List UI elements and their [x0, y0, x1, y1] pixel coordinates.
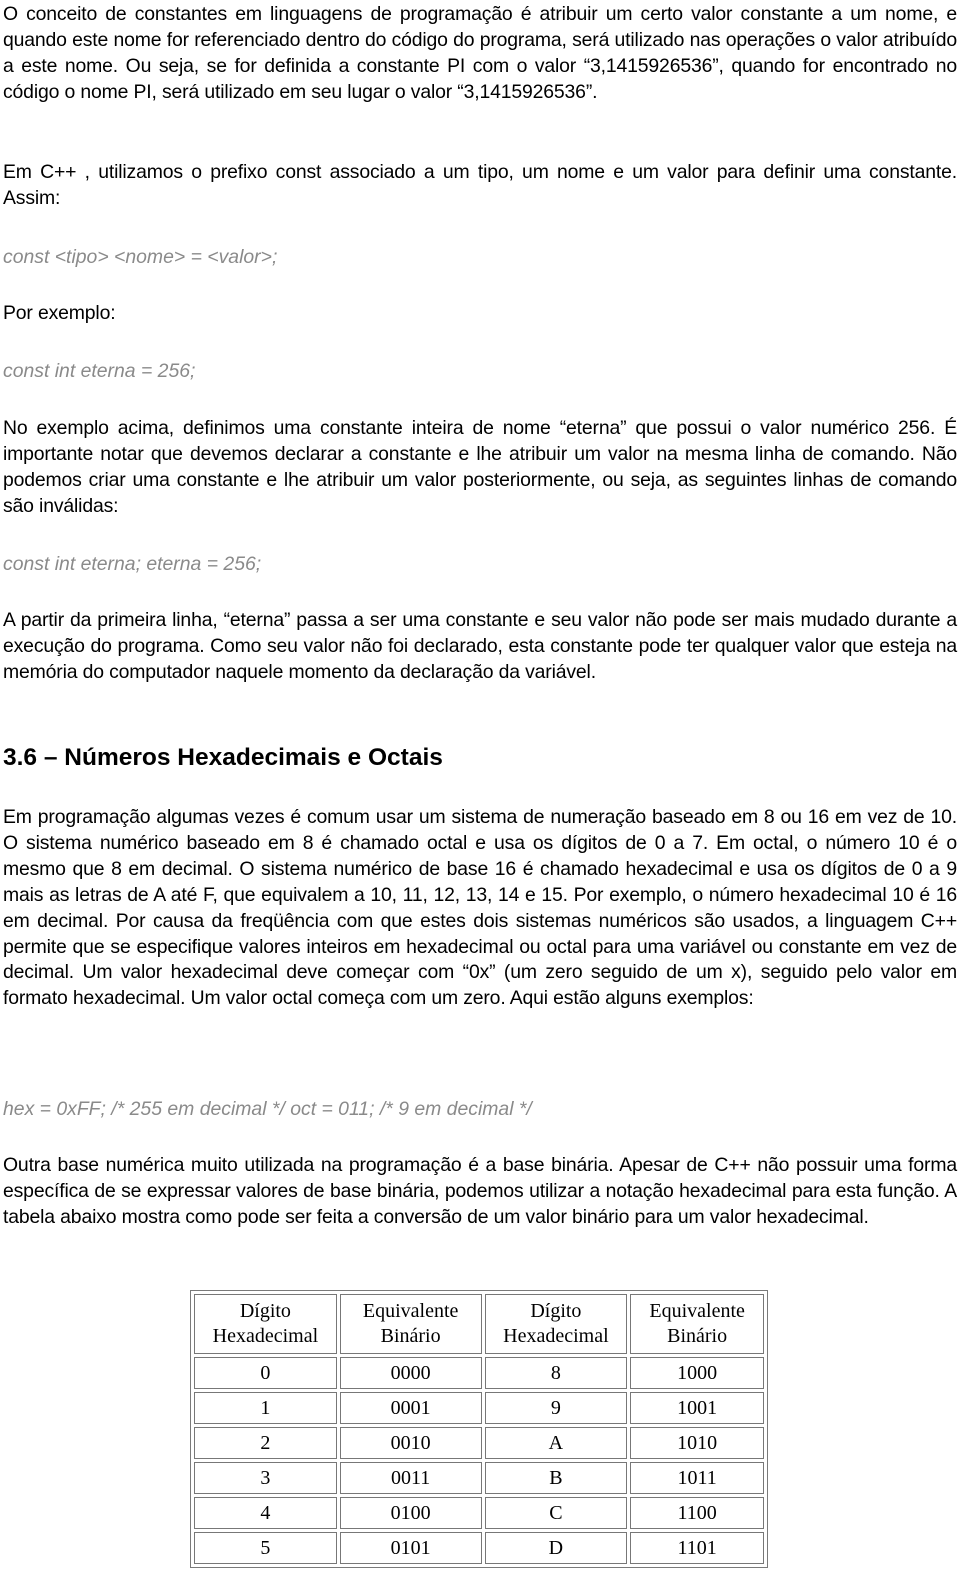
- header-text: Hexadecimal: [503, 1325, 609, 1347]
- header-hex-digit: Dígito Hexadecimal: [484, 1294, 628, 1354]
- code-const-syntax: const <tipo> <nome> = <valor>;: [3, 246, 278, 268]
- table-cell: B: [484, 1462, 628, 1494]
- table-cell: C: [484, 1497, 628, 1529]
- table-cell: 8: [484, 1357, 628, 1389]
- code-const-example: const int eterna = 256;: [3, 360, 196, 382]
- header-binary-equivalent: Equivalente Binário: [630, 1294, 764, 1354]
- table-cell: 1010: [630, 1427, 764, 1459]
- header-hex-digit: Dígito Hexadecimal: [194, 1294, 337, 1354]
- code-hex-oct-examples: hex = 0xFF; /* 255 em decimal */ oct = 0…: [3, 1098, 532, 1120]
- table-cell: D: [484, 1532, 628, 1564]
- table-cell: 1101: [630, 1532, 764, 1564]
- table-row: 4 0100 C 1100: [194, 1497, 764, 1529]
- hex-binary-conversion-table: Dígito Hexadecimal Equivalente Binário Díg…: [190, 1290, 768, 1568]
- table-cell: 1000: [630, 1357, 764, 1389]
- header-text: Dígito: [239, 1300, 291, 1322]
- table-row: 5 0101 D 1101: [194, 1532, 764, 1564]
- table-cell: 5: [194, 1532, 337, 1564]
- paragraph-example-explanation: No exemplo acima, definimos uma constant…: [3, 417, 957, 517]
- table-cell: 0010: [339, 1427, 482, 1459]
- table-cell: 1001: [630, 1392, 764, 1424]
- table-row: 2 0010 A 1010: [194, 1427, 764, 1459]
- paragraph-constants-concept: O conceito de constantes em linguagens d…: [3, 3, 957, 103]
- table-header-row: Dígito Hexadecimal Equivalente Binário Díg…: [194, 1294, 764, 1354]
- header-text: Equivalente: [649, 1300, 745, 1322]
- table-cell: 3: [194, 1462, 337, 1494]
- table-cell: 1100: [630, 1497, 764, 1529]
- paragraph-for-example: Por exemplo:: [3, 302, 116, 324]
- header-text: Equivalente: [362, 1300, 459, 1322]
- code-invalid-lines: const int eterna; eterna = 256;: [3, 553, 262, 575]
- table-cell: 2: [194, 1427, 337, 1459]
- paragraph-after-first-line: A partir da primeira linha, “eterna” pas…: [3, 609, 957, 683]
- table-cell: 0100: [339, 1497, 482, 1529]
- table-row: 1 0001 9 1001: [194, 1392, 764, 1424]
- section-heading: 3.6 – Números Hexadecimais e Octais: [3, 744, 443, 771]
- table-row: 0 0000 8 1000: [194, 1357, 764, 1389]
- table-cell: 0101: [339, 1532, 482, 1564]
- table-cell: A: [484, 1427, 628, 1459]
- header-text: Hexadecimal: [212, 1325, 319, 1347]
- table-cell: 4: [194, 1497, 337, 1529]
- table-cell: 0001: [339, 1392, 482, 1424]
- header-text: Binário: [380, 1325, 441, 1347]
- table-cell: 1011: [630, 1462, 764, 1494]
- paragraph-binary-base: Outra base numérica muito utilizada na p…: [3, 1154, 957, 1228]
- paragraph-const-prefix: Em C++ , utilizamos o prefixo const asso…: [3, 161, 957, 209]
- header-text: Dígito: [530, 1300, 582, 1322]
- table-cell: 9: [484, 1392, 628, 1424]
- table-cell: 0: [194, 1357, 337, 1389]
- table-row: 3 0011 B 1011: [194, 1462, 764, 1494]
- table-cell: 1: [194, 1392, 337, 1424]
- table-cell: 0011: [339, 1462, 482, 1494]
- paragraph-hex-octal: Em programação algumas vezes é comum usa…: [3, 806, 957, 1010]
- table-cell: 0000: [339, 1357, 482, 1389]
- header-text: Binário: [667, 1325, 728, 1347]
- header-binary-equivalent: Equivalente Binário: [339, 1294, 482, 1354]
